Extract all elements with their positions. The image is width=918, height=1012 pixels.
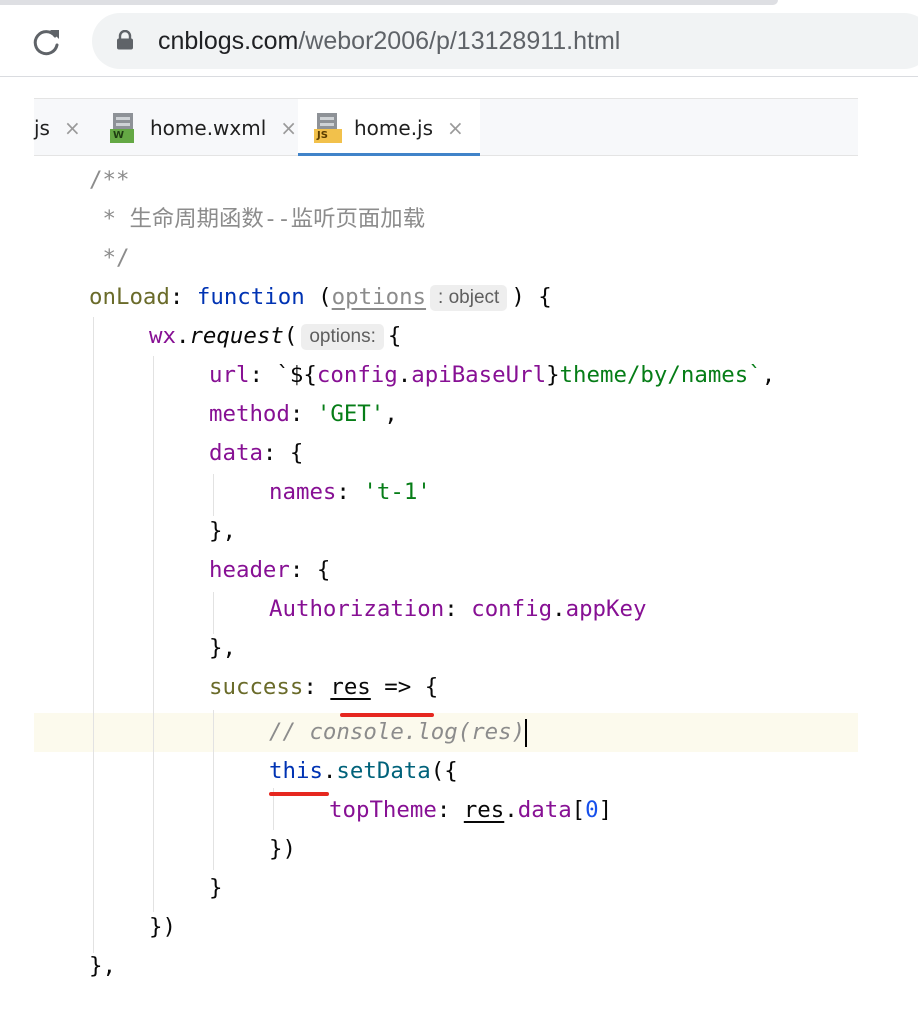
toolbar-divider [0, 76, 918, 77]
indent-guide [213, 710, 214, 870]
indent-guide [93, 317, 94, 953]
code-line-12: Authorization: config.appKey [269, 596, 647, 622]
close-icon[interactable]: × [447, 116, 464, 140]
tab-label: home.wxml [150, 115, 267, 140]
code-line-8: data: { [209, 440, 304, 466]
code-line-14: success: res => { [209, 674, 439, 700]
parameter-hint: options: [301, 323, 384, 350]
wxml-file-icon: W [110, 112, 140, 143]
code-line-5: wx.request(options:{ [149, 323, 402, 350]
code-line-10: }, [209, 518, 236, 544]
code-line-4: onLoad: function (options: object) { [89, 284, 552, 311]
code-line-19: } [209, 875, 223, 901]
tab-label: js [34, 115, 50, 140]
code-line-7: method: 'GET', [209, 401, 398, 427]
ide-window: js × W home.wxml × JS home.js × /** * 生命… [34, 98, 858, 1012]
tab-js[interactable]: js × [34, 99, 81, 156]
code-line-17: topTheme: res.data[0] [329, 797, 613, 823]
tab-home-wxml[interactable]: W home.wxml × [110, 99, 297, 156]
reload-icon[interactable] [30, 25, 64, 59]
code-line-9: names: 't-1' [269, 479, 431, 505]
url-host: cnblogs.com [158, 27, 299, 55]
indent-guide [213, 592, 214, 634]
code-line-3: */ [89, 245, 130, 271]
code-line-21: }, [89, 953, 116, 979]
code-line-2: * 生命周期函数--监听页面加载 [89, 206, 426, 232]
code-line-6: url: `${config.apiBaseUrl}theme/by/names… [209, 362, 776, 388]
text-cursor [525, 718, 528, 747]
code-line-11: header: { [209, 557, 331, 583]
code-line-15: // console.log(res) [269, 718, 528, 747]
code-line-18: }) [269, 836, 296, 862]
red-underline-annotation [269, 792, 329, 796]
close-icon[interactable]: × [280, 116, 297, 140]
tab-home-js[interactable]: JS home.js × [298, 99, 480, 157]
type-hint: : object [430, 284, 508, 311]
tab-strip-edge [0, 0, 778, 5]
editor-tab-bar: js × W home.wxml × JS home.js × [34, 98, 858, 157]
browser-toolbar: cnblogs.com/webor2006/p/13128911.html [0, 0, 918, 78]
close-icon[interactable]: × [64, 116, 81, 140]
code-line-13: }, [209, 635, 236, 661]
js-file-icon: JS [314, 112, 344, 143]
red-underline-annotation [340, 713, 434, 717]
indent-guide [213, 474, 214, 516]
lock-icon[interactable] [116, 30, 134, 50]
code-line-20: }) [149, 914, 176, 940]
code-editor[interactable]: /** * 生命周期函数--监听页面加载 */ onLoad: function… [34, 156, 858, 1012]
url-path: /webor2006/p/13128911.html [298, 27, 621, 55]
url-text[interactable]: cnblogs.com/webor2006/p/13128911.html [158, 21, 620, 61]
indent-guide [153, 356, 154, 912]
code-line-16: this.setData({ [269, 758, 458, 784]
tab-label: home.js [354, 115, 434, 140]
code-line-1: /** [89, 167, 130, 193]
